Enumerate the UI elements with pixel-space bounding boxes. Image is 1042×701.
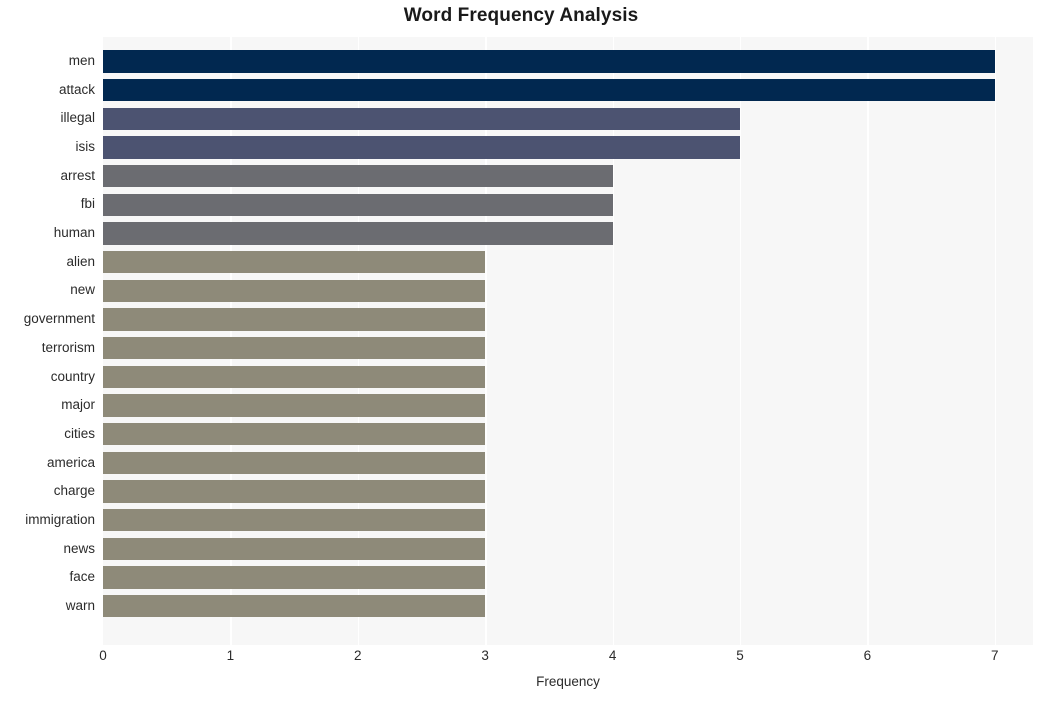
y-tick-label-warn: warn	[65, 597, 95, 613]
x-tick-label-3: 3	[481, 648, 489, 663]
bar-attack[interactable]	[103, 78, 995, 102]
y-tick-label-terrorism: terrorism	[41, 339, 95, 355]
bar-isis[interactable]	[103, 136, 740, 159]
y-tick-label-alien: alien	[66, 253, 95, 269]
x-tick-label-6: 6	[863, 648, 872, 663]
y-tick-label-immigration: immigration	[25, 511, 95, 527]
y-tick-label-country: country	[50, 368, 95, 384]
bar-alien[interactable]	[103, 250, 486, 274]
y-tick-label-illegal: illegal	[60, 110, 95, 126]
y-tick-label-charge: charge	[53, 483, 95, 499]
x-tick-label-4: 4	[608, 648, 617, 663]
bar-america[interactable]	[103, 451, 486, 475]
bar-men[interactable]	[103, 50, 995, 73]
bar-immigration[interactable]	[103, 509, 486, 532]
bar-news[interactable]	[103, 537, 486, 561]
bar-arrest[interactable]	[103, 164, 613, 188]
y-tick-label-major: major	[61, 397, 95, 413]
bar-major[interactable]	[103, 394, 486, 417]
bar-cities[interactable]	[103, 423, 486, 446]
x-tick-label-2: 2	[354, 648, 362, 663]
y-tick-label-fbi: fbi	[80, 196, 95, 212]
bar-terrorism[interactable]	[103, 336, 486, 360]
bar-charge[interactable]	[103, 480, 486, 503]
x-tick-label-0: 0	[99, 648, 107, 663]
x-tick-label-5: 5	[736, 648, 744, 663]
bar-warn[interactable]	[103, 595, 486, 618]
x-axis-tick-labels: 0 1 2 3 4 5 6 7	[99, 648, 1033, 670]
chart-title: Word Frequency Analysis	[403, 5, 639, 26]
x-tick-label-1: 1	[226, 648, 235, 663]
y-axis-tick-labels: men attack illegal isis arrest fbi human alien n…	[0, 37, 95, 645]
bar-human[interactable]	[103, 222, 613, 245]
y-tick-label-face: face	[69, 569, 95, 585]
y-tick-label-america: america	[46, 454, 95, 470]
bar-country[interactable]	[103, 365, 486, 388]
y-tick-label-human: human	[53, 225, 95, 241]
y-tick-label-isis: isis	[75, 139, 96, 155]
y-tick-label-news: news	[63, 540, 95, 556]
y-tick-label-attack: attack	[58, 81, 95, 97]
bar-government[interactable]	[103, 308, 486, 331]
x-axis-title: Frequency	[536, 674, 600, 689]
bar-illegal[interactable]	[103, 107, 740, 130]
bar-face[interactable]	[103, 566, 486, 589]
bar-fbi[interactable]	[103, 193, 613, 216]
bar-new[interactable]	[103, 279, 486, 302]
bars-layer	[103, 37, 1033, 645]
y-tick-label-arrest: arrest	[60, 167, 95, 183]
y-tick-label-new: new	[70, 282, 95, 298]
y-tick-label-cities: cities	[64, 425, 95, 441]
y-tick-label-men: men	[68, 53, 95, 69]
word-frequency-chart-figure: Word Frequency Analysis men attack illegal…	[0, 0, 1042, 701]
x-tick-label-7: 7	[991, 648, 999, 663]
y-tick-label-government: government	[23, 311, 95, 327]
